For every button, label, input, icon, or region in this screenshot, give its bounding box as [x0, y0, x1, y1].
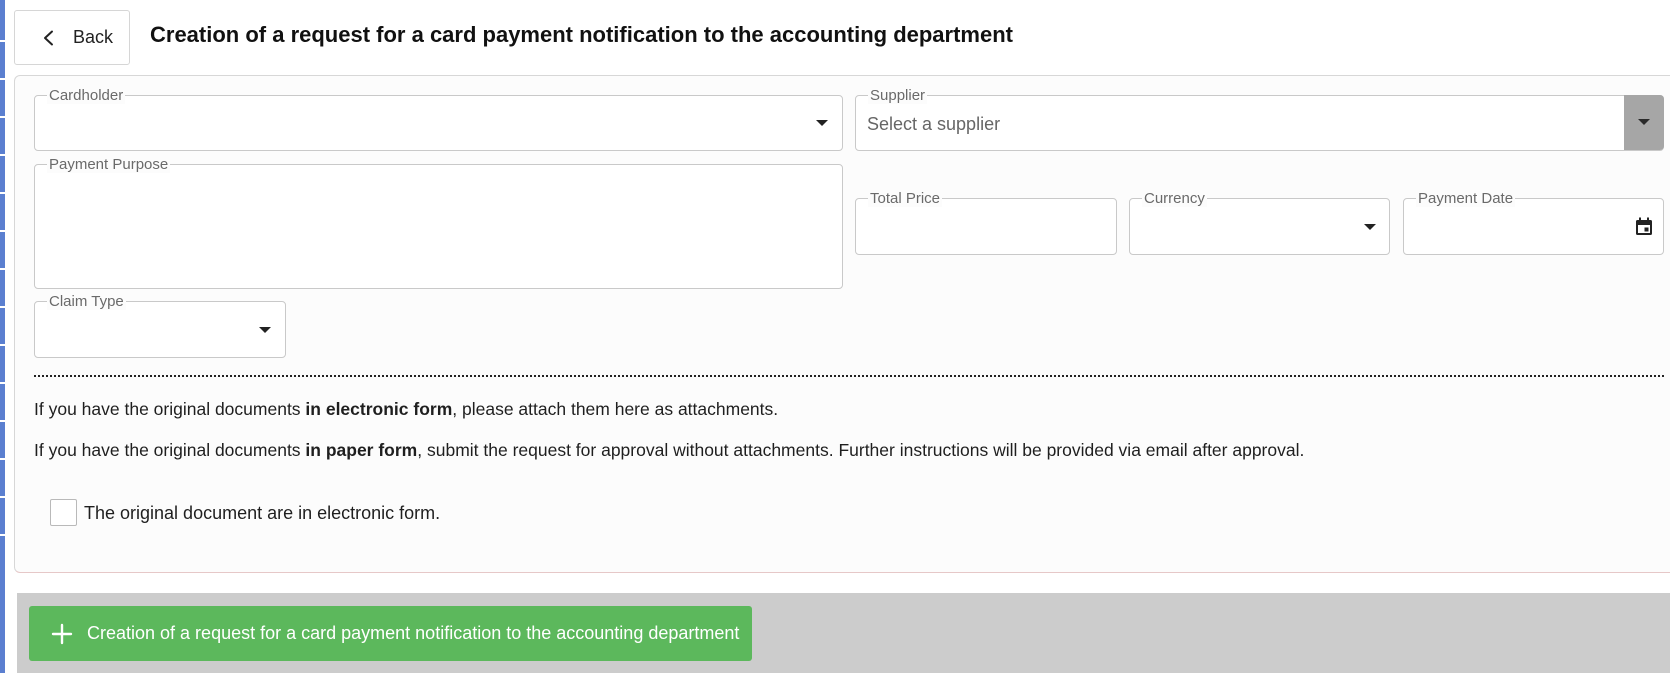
- cardholder-select[interactable]: Cardholder: [34, 87, 843, 151]
- page-title: Creation of a request for a card payment…: [150, 22, 1013, 47]
- instruction-text: If you have the original documents: [34, 440, 306, 460]
- total-price-input[interactable]: Total Price: [855, 190, 1117, 255]
- electronic-form-instructions: If you have the original documents in el…: [34, 399, 778, 420]
- payment-purpose-textarea[interactable]: Payment Purpose: [34, 156, 843, 289]
- payment-purpose-label: Payment Purpose: [47, 156, 171, 173]
- supplier-dropdown-button[interactable]: [1624, 95, 1664, 150]
- strip-divider: [0, 344, 5, 346]
- instruction-text: If you have the original documents: [34, 399, 306, 419]
- strip-divider: [0, 230, 5, 232]
- instruction-text: , please attach them here as attachments…: [452, 399, 779, 419]
- currency-select[interactable]: Currency: [1129, 190, 1390, 255]
- strip-divider: [0, 78, 5, 80]
- currency-label: Currency: [1142, 190, 1207, 207]
- claim-type-select[interactable]: Claim Type: [34, 293, 286, 358]
- strip-divider: [0, 458, 5, 460]
- caret-down-icon: [816, 120, 828, 126]
- supplier-label: Supplier: [868, 87, 928, 104]
- back-button[interactable]: Back: [14, 10, 130, 65]
- strip-divider: [0, 306, 5, 308]
- strip-divider: [0, 40, 5, 42]
- electronic-form-checkbox[interactable]: [50, 499, 77, 526]
- total-price-label: Total Price: [868, 190, 943, 207]
- strip-divider: [0, 116, 5, 118]
- claim-type-label: Claim Type: [47, 293, 126, 310]
- strip-divider: [0, 382, 5, 384]
- cardholder-label: Cardholder: [47, 87, 126, 104]
- supplier-select[interactable]: Supplier Select a supplier: [855, 87, 1664, 151]
- payment-date-input[interactable]: Payment Date: [1403, 190, 1664, 255]
- strip-divider: [0, 192, 5, 194]
- caret-down-icon: [1638, 119, 1650, 125]
- instruction-text: , submit the request for approval withou…: [417, 440, 1305, 460]
- supplier-placeholder: Select a supplier: [867, 114, 1001, 134]
- create-request-button[interactable]: Creation of a request for a card payment…: [29, 606, 752, 661]
- strip-divider: [0, 534, 5, 536]
- chevron-left-icon: [44, 30, 53, 45]
- instruction-emphasis: in paper form: [305, 440, 418, 460]
- instruction-emphasis: in electronic form: [305, 399, 453, 419]
- left-accent-strip: [0, 0, 5, 673]
- paper-form-instructions: If you have the original documents in pa…: [34, 440, 1304, 461]
- strip-divider: [0, 154, 5, 156]
- strip-divider: [0, 268, 5, 270]
- section-divider: [34, 375, 1664, 377]
- back-button-label: Back: [73, 27, 114, 47]
- plus-icon: [51, 623, 73, 644]
- payment-date-label: Payment Date: [1416, 190, 1516, 207]
- caret-down-icon: [1364, 224, 1376, 230]
- create-request-button-label: Creation of a request for a card payment…: [87, 623, 740, 643]
- strip-divider: [0, 496, 5, 498]
- electronic-form-checkbox-label[interactable]: The original document are in electronic …: [84, 503, 440, 524]
- strip-divider: [0, 420, 5, 422]
- caret-down-icon: [259, 327, 271, 333]
- calendar-icon[interactable]: [1635, 217, 1653, 236]
